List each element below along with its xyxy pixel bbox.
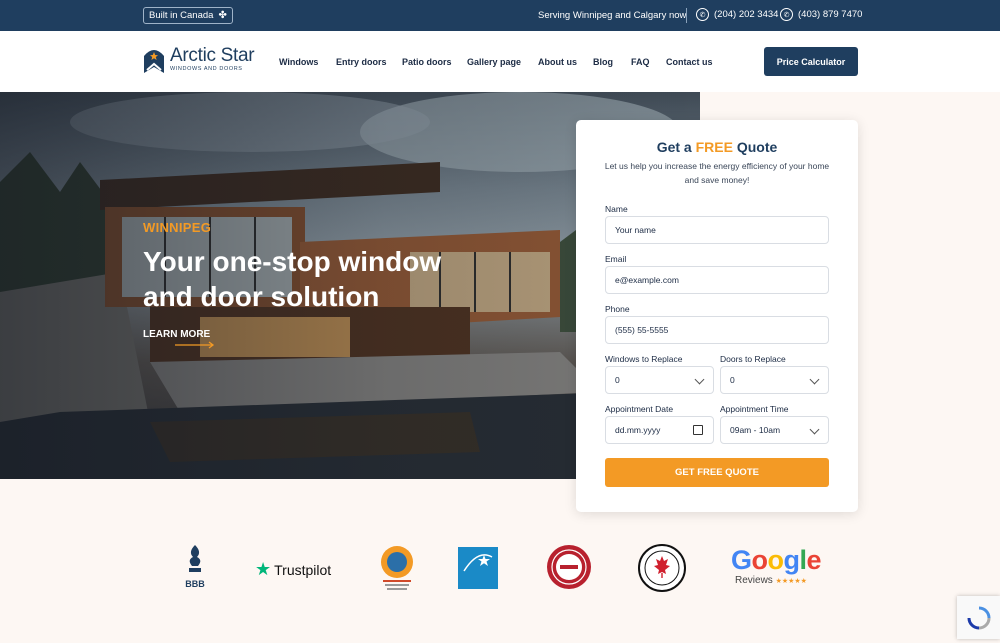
- quote-title-suffix: Quote: [732, 139, 778, 155]
- built-in-canada-badge: Built in Canada ✤: [143, 7, 233, 24]
- windows-select[interactable]: 0: [605, 366, 714, 394]
- time-value: 09am - 10am: [730, 425, 781, 435]
- get-free-quote-button[interactable]: GET FREE QUOTE: [605, 458, 829, 487]
- time-select[interactable]: 09am - 10am: [720, 416, 829, 444]
- doors-label: Doors to Replace: [720, 354, 786, 364]
- chevron-down-icon: [809, 424, 820, 435]
- trustpilot-label: Trustpilot: [274, 561, 332, 578]
- logo-text: Arctic Star WINDOWS AND DOORS: [170, 45, 255, 72]
- top-bar: Built in Canada ✤ Serving Winnipeg and C…: [0, 0, 1000, 31]
- bbb-flame-icon: [189, 545, 201, 572]
- date-label: Appointment Date: [605, 404, 674, 414]
- phone-link-calgary[interactable]: ✆ (403) 879 7470: [780, 8, 862, 21]
- trustpilot-star-icon: ★: [255, 559, 272, 579]
- calendar-icon[interactable]: [693, 425, 703, 435]
- hero-headline: Your one-stop window and door solution: [143, 246, 442, 312]
- logo-mark-icon: [144, 50, 164, 73]
- recaptcha-icon: [967, 606, 990, 629]
- best-of-winnipeg-seal[interactable]: [546, 544, 592, 590]
- name-field[interactable]: Your name: [605, 216, 829, 244]
- google-reviews-label: Reviews ★★★★★: [735, 575, 823, 586]
- nav-entry-doors[interactable]: Entry doors: [336, 57, 387, 67]
- name-label: Name: [605, 204, 628, 214]
- quote-title: Get a FREE Quote: [576, 139, 858, 155]
- energy-star-badge[interactable]: [458, 547, 498, 589]
- nav-patio-doors[interactable]: Patio doors: [402, 57, 452, 67]
- bbb-label: BBB: [185, 579, 205, 589]
- quote-title-free: FREE: [695, 139, 733, 155]
- logo[interactable]: Arctic Star WINDOWS AND DOORS: [143, 44, 255, 74]
- email-placeholder: e@example.com: [615, 275, 679, 285]
- google-reviews-badge[interactable]: Google Reviews ★★★★★: [731, 546, 823, 586]
- energy-star-icon: [463, 554, 493, 572]
- windows-label: Windows to Replace: [605, 354, 683, 364]
- chevron-down-icon: [809, 374, 820, 385]
- doors-select[interactable]: 0: [720, 366, 829, 394]
- nav-contact-us[interactable]: Contact us: [666, 57, 713, 67]
- price-calculator-button[interactable]: Price Calculator: [764, 47, 858, 76]
- time-label: Appointment Time: [720, 404, 789, 414]
- quote-subtitle: Let us help you increase the energy effi…: [604, 161, 830, 185]
- trustpilot-badge[interactable]: ★ Trustpilot: [255, 559, 331, 580]
- doors-value: 0: [730, 375, 735, 385]
- made-in-canada-seal[interactable]: [638, 544, 686, 592]
- rating-stars: ★★★★★: [775, 578, 807, 585]
- arrow-right-icon: [175, 341, 215, 349]
- phone-icon: ✆: [696, 8, 709, 21]
- date-value: dd.mm.yyyy: [615, 425, 661, 435]
- phone-label: Phone: [605, 304, 630, 314]
- email-field[interactable]: e@example.com: [605, 266, 829, 294]
- main-nav: Arctic Star WINDOWS AND DOORS Windows En…: [0, 31, 1000, 92]
- brand-tagline: WINDOWS AND DOORS: [170, 66, 243, 72]
- name-placeholder: Your name: [615, 225, 656, 235]
- nav-windows[interactable]: Windows: [279, 57, 318, 67]
- date-input[interactable]: dd.mm.yyyy: [605, 416, 714, 444]
- maple-leaf-icon: ✤: [218, 10, 227, 21]
- bbb-badge[interactable]: BBB: [180, 544, 210, 589]
- google-wordmark: Google: [731, 545, 822, 575]
- quote-form-card: Get a FREE Quote Let us help you increas…: [576, 120, 858, 512]
- phone-icon: ✆: [780, 8, 793, 21]
- quote-title-prefix: Get a: [656, 139, 696, 155]
- hero-city: WINNIPEG: [143, 220, 212, 235]
- chevron-down-icon: [694, 374, 705, 385]
- brand-name: Arctic Star: [170, 45, 255, 66]
- nfrc-badge[interactable]: [377, 544, 417, 592]
- serving-text: Serving Winnipeg and Calgary now: [538, 10, 687, 21]
- built-in-canada-label: Built in Canada: [149, 10, 214, 21]
- windows-value: 0: [615, 375, 620, 385]
- topbar-divider: [686, 8, 687, 23]
- reviews-text: Reviews: [735, 575, 773, 586]
- email-label: Email: [605, 254, 627, 264]
- nav-blog[interactable]: Blog: [593, 57, 613, 67]
- phone-number: (204) 202 3434: [714, 9, 779, 20]
- nav-about-us[interactable]: About us: [538, 57, 577, 67]
- phone-link-winnipeg[interactable]: ✆ (204) 202 3434: [696, 8, 778, 21]
- phone-field[interactable]: (555) 55-5555: [605, 316, 829, 344]
- learn-more-link[interactable]: LEARN MORE: [143, 329, 210, 340]
- phone-number: (403) 879 7470: [798, 9, 863, 20]
- recaptcha-badge[interactable]: [957, 596, 1000, 639]
- nav-faq[interactable]: FAQ: [631, 57, 650, 67]
- nav-gallery-page[interactable]: Gallery page: [467, 57, 521, 67]
- phone-placeholder: (555) 55-5555: [615, 325, 669, 335]
